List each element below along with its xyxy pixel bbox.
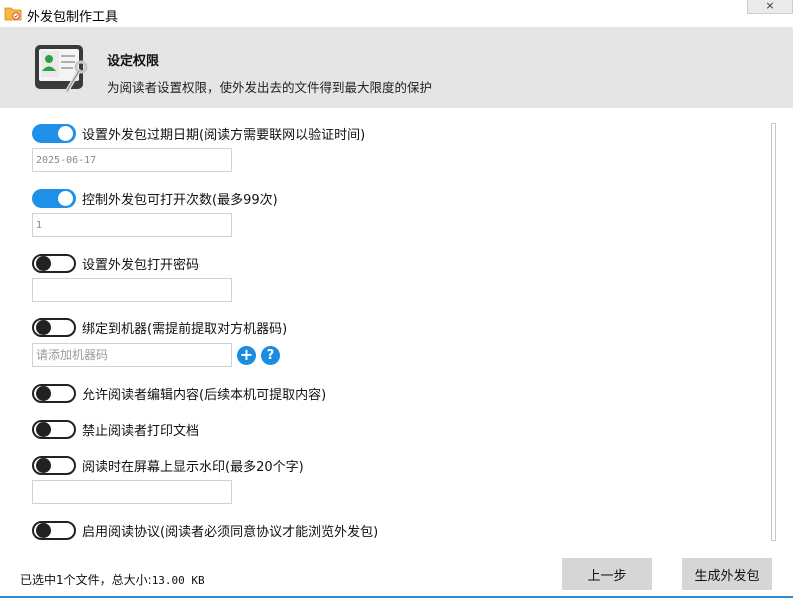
allow-edit-label: 允许阅读者编辑内容(后续本机可提取内容) [82, 387, 327, 403]
option-bind-machine: 绑定到机器(需提前提取对方机器码) [32, 317, 287, 337]
watermark-input[interactable] [32, 480, 232, 504]
option-allow-edit: 允许阅读者编辑内容(后续本机可提取内容) [32, 383, 326, 403]
toggle-knob [36, 421, 51, 437]
toggle-knob [36, 522, 51, 538]
bind-machine-label: 绑定到机器(需提前提取对方机器码) [82, 321, 288, 337]
generate-package-button[interactable]: 生成外发包 [682, 558, 772, 590]
open-count-input[interactable] [32, 213, 232, 237]
banner-description: 为阅读者设置权限，使外发出去的文件得到最大限度的保护 [107, 80, 433, 95]
toggle-knob [36, 385, 51, 401]
close-icon: × [765, 0, 775, 12]
toggle-knob [36, 255, 51, 271]
watermark-toggle[interactable] [32, 455, 76, 475]
close-button[interactable]: × [747, 0, 793, 14]
status-size: 13.00 KB [151, 574, 205, 587]
vertical-scrollbar[interactable] [771, 123, 776, 541]
reading-agreement-toggle[interactable] [32, 520, 76, 540]
expiry-date-input[interactable] [32, 148, 232, 172]
add-machine-code-button[interactable]: + [237, 346, 256, 365]
toggle-knob [58, 190, 73, 206]
option-open-count: 控制外发包可打开次数(最多99次) [32, 188, 278, 208]
reading-agreement-label: 启用阅读协议(阅读者必须同意协议才能浏览外发包) [82, 524, 379, 540]
option-reading-agreement: 启用阅读协议(阅读者必须同意协议才能浏览外发包) [32, 520, 378, 540]
prev-step-button[interactable]: 上一步 [562, 558, 652, 590]
expiry-toggle[interactable] [32, 123, 76, 143]
help-button[interactable]: ? [261, 346, 280, 365]
watermark-label: 阅读时在屏幕上显示水印(最多20个字) [82, 459, 304, 475]
option-password: 设置外发包打开密码 [32, 253, 199, 273]
machine-code-input[interactable] [32, 343, 232, 367]
banner-heading: 设定权限 [107, 54, 160, 69]
open-count-toggle[interactable] [32, 188, 76, 208]
no-print-toggle[interactable] [32, 419, 76, 439]
toggle-knob [58, 125, 73, 141]
option-no-print: 禁止阅读者打印文档 [32, 419, 199, 439]
toggle-knob [36, 319, 51, 335]
bind-machine-toggle[interactable] [32, 317, 76, 337]
password-input[interactable] [32, 278, 232, 302]
status-prefix: 已选中1个文件，总大小: [20, 573, 152, 587]
allow-edit-toggle[interactable] [32, 383, 76, 403]
password-label: 设置外发包打开密码 [82, 257, 200, 273]
open-count-label: 控制外发包可打开次数(最多99次) [82, 192, 278, 208]
title-bar: 外发包制作工具 × [0, 0, 793, 28]
plus-icon: + [239, 345, 254, 364]
expiry-label: 设置外发包过期日期(阅读方需要联网以验证时间) [82, 127, 366, 143]
password-toggle[interactable] [32, 253, 76, 273]
toggle-knob [36, 457, 51, 473]
question-icon: ? [266, 348, 275, 363]
option-watermark: 阅读时在屏幕上显示水印(最多20个字) [32, 455, 304, 475]
no-print-label: 禁止阅读者打印文档 [82, 423, 200, 439]
user-permissions-icon [35, 45, 88, 93]
header-banner: 设定权限 为阅读者设置权限，使外发出去的文件得到最大限度的保护 [0, 28, 793, 108]
folder-app-icon [4, 7, 22, 21]
window-title: 外发包制作工具 [27, 10, 119, 25]
option-expiry: 设置外发包过期日期(阅读方需要联网以验证时间) [32, 123, 365, 143]
status-text: 已选中1个文件，总大小:13.00 KB [20, 571, 205, 588]
